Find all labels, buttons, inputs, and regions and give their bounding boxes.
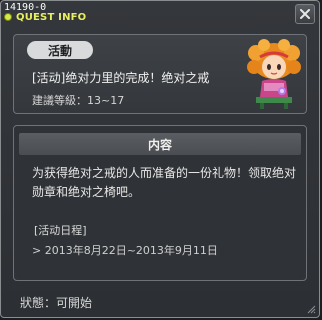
content-header: 内容 bbox=[19, 133, 301, 155]
content-panel: 内容 为获得绝对之戒的人而准备的一份礼物！领取绝对 勋章和绝对之椅吧。 [活动日… bbox=[13, 125, 307, 281]
window-title: QUEST INFO bbox=[16, 11, 87, 23]
quest-description: 为获得绝对之戒的人而准备的一份礼物！领取绝对 勋章和绝对之椅吧。 bbox=[32, 164, 306, 202]
close-button[interactable] bbox=[295, 4, 315, 24]
close-icon bbox=[300, 9, 310, 19]
schedule-range: > 2013年8月22日~2013年9月11日 bbox=[32, 244, 218, 257]
title-bar[interactable]: QUEST INFO bbox=[4, 11, 86, 23]
quest-info-window: 14190-0 QUEST INFO 活動 [活动]绝对力里的完成！绝对之戒 建… bbox=[0, 0, 320, 318]
resize-grip-icon[interactable] bbox=[306, 304, 316, 314]
description-line: 为获得绝对之戒的人而准备的一份礼物！领取绝对 bbox=[32, 166, 297, 180]
quest-status: 狀態：可開始 bbox=[20, 296, 93, 310]
quest-name: [活动]绝对力里的完成！绝对之戒 bbox=[32, 71, 210, 85]
description-line: 勋章和绝对之椅吧。 bbox=[32, 185, 141, 199]
quest-summary-panel: 活動 [活动]绝对力里的完成！绝对之戒 建議等級：13~17 bbox=[13, 34, 307, 114]
category-badge: 活動 bbox=[27, 41, 93, 59]
dot-icon bbox=[4, 13, 12, 21]
recommended-level: 建議等級：13~17 bbox=[32, 94, 125, 107]
schedule-label: [活动日程] bbox=[34, 224, 87, 237]
npc-portrait bbox=[247, 39, 301, 109]
